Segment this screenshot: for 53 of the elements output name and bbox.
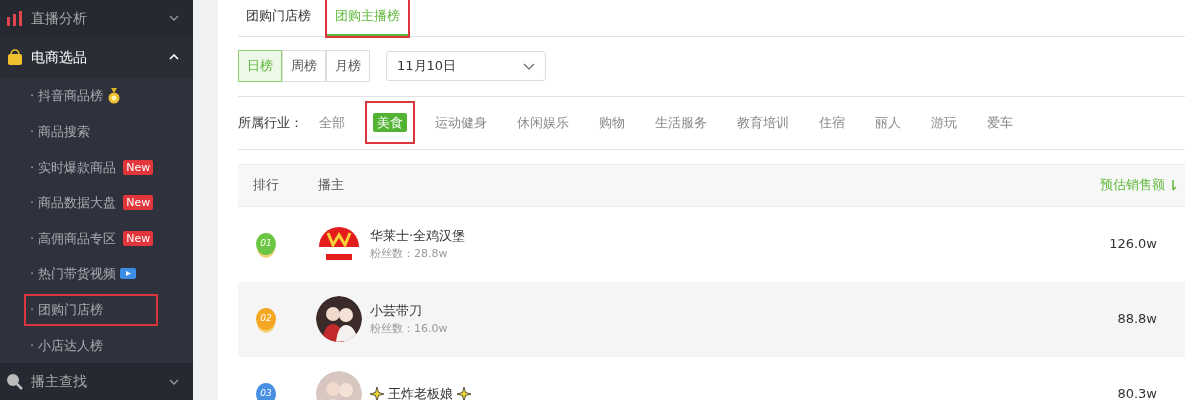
industry-option[interactable]: 游玩 xyxy=(927,112,961,132)
new-badge: New xyxy=(123,231,154,247)
industry-option[interactable]: 休闲娱乐 xyxy=(513,112,573,132)
industry-option[interactable]: 购物 xyxy=(595,112,629,132)
sidebar-section[interactable]: 电商选品 xyxy=(0,36,193,79)
sales-value: 80.3w xyxy=(1117,385,1157,400)
sidebar-item[interactable]: · 团购门店榜 xyxy=(26,295,156,324)
bar-chart-icon xyxy=(6,9,23,27)
medal-icon xyxy=(107,88,122,105)
industry-option[interactable]: 运动健身 xyxy=(431,112,491,132)
rank-medal: 01 xyxy=(256,233,276,255)
industry-option[interactable]: 教育培训 xyxy=(733,112,793,132)
column-header[interactable]: 播主 xyxy=(318,175,344,195)
fan-count: 粉丝数：28.8w xyxy=(370,245,449,262)
new-badge: New xyxy=(123,195,154,211)
date-value: 11月10日 xyxy=(397,57,457,76)
rank-medal: 02 xyxy=(256,308,276,330)
industry-option[interactable]: 爱车 xyxy=(983,112,1017,132)
tab[interactable]: 团购门店榜 xyxy=(238,0,319,36)
section-label: 直播分析 xyxy=(31,8,88,28)
sidebar-section[interactable]: 直播分析 xyxy=(0,0,193,37)
period-button[interactable]: 周榜 xyxy=(282,50,326,82)
shopping-bag-icon xyxy=(6,48,23,66)
sidebar-section[interactable]: 播主查找 xyxy=(0,363,193,400)
sidebar-item[interactable]: · 高佣商品专区 xyxy=(26,228,121,249)
sidebar-item[interactable]: · 小店达人榜 xyxy=(26,335,108,356)
section-label: 电商选品 xyxy=(31,47,88,67)
sidebar-item[interactable]: · 实时爆款商品 xyxy=(26,157,121,178)
sales-value: 88.8w xyxy=(1117,310,1157,329)
date-dropdown[interactable]: 11月10日 xyxy=(386,51,546,81)
section-label: 播主查找 xyxy=(31,372,88,392)
streamer-name[interactable]: 华莱士·全鸡汉堡 xyxy=(370,226,466,246)
sidebar-item[interactable]: · 抖音商品榜 xyxy=(26,86,108,106)
industry-option[interactable]: 全部 xyxy=(315,112,349,132)
rank-medal: 03 xyxy=(256,383,276,400)
search-icon xyxy=(6,373,23,391)
streamer-name[interactable]: 小芸带刀 xyxy=(370,301,422,321)
sidebar-item[interactable]: · 商品数据大盘 xyxy=(26,193,121,213)
industry-option[interactable]: 丽人 xyxy=(871,112,905,132)
sidebar-item[interactable]: · 热门带货视频 xyxy=(26,264,121,284)
chevron-down-icon xyxy=(523,62,535,70)
sales-value: 126.0w xyxy=(1109,235,1157,254)
column-header[interactable]: 排行 xyxy=(253,175,279,195)
fan-count: 粉丝数：16.0w xyxy=(370,320,448,337)
new-badge: New xyxy=(123,159,154,175)
streamer-name[interactable]: 王炸老板娘 xyxy=(388,384,453,400)
period-button[interactable]: 月榜 xyxy=(326,50,370,82)
industry-option[interactable]: 生活服务 xyxy=(651,112,711,132)
sidebar-item[interactable]: · 商品搜索 xyxy=(26,121,95,142)
sparkle-icon xyxy=(457,387,471,400)
industry-option[interactable]: 住宿 xyxy=(815,112,849,132)
video-icon xyxy=(120,267,137,282)
filter-label: 所属行业： xyxy=(238,113,303,132)
